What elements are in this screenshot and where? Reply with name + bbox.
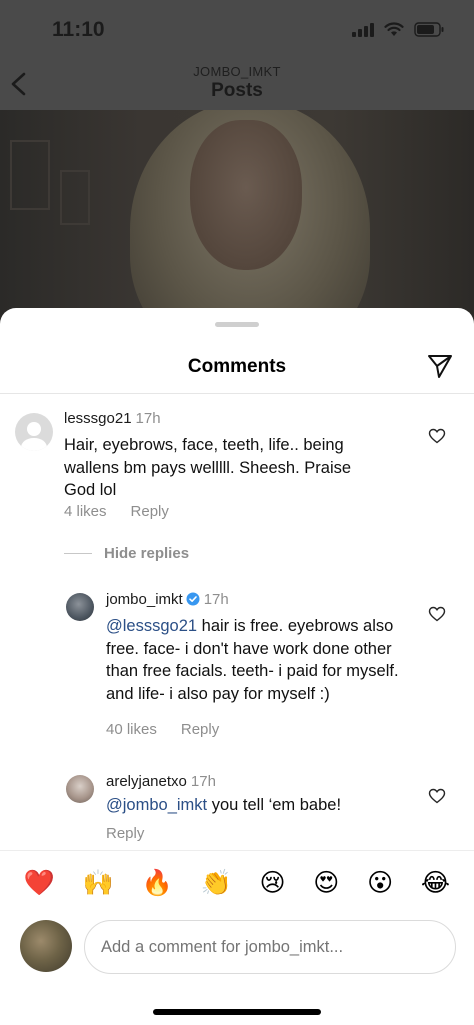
share-icon[interactable] [426, 352, 454, 380]
dimmed-background: 11:10 JOMBO_IMKT Posts [0, 0, 474, 330]
nav-bar: JOMBO_IMKT Posts [0, 60, 474, 110]
emoji-clapping[interactable]: 👏 [201, 868, 232, 898]
mention-link[interactable]: @jombo_imkt [106, 796, 207, 814]
mention-link[interactable]: @lesssgo21 [106, 617, 197, 635]
emoji-laughing[interactable]: 😂 [421, 868, 450, 898]
comment-likes[interactable]: 4 likes [64, 503, 107, 520]
reply-header: arelyjanetxo 17h [106, 773, 216, 790]
heart-icon[interactable] [428, 428, 446, 444]
current-user-avatar[interactable] [20, 920, 72, 972]
reply-time: 17h [190, 773, 216, 790]
status-time: 11:10 [52, 18, 105, 41]
nav-title: Posts [211, 80, 263, 101]
signal-icon [352, 22, 374, 37]
reply-username[interactable]: arelyjanetxo [106, 773, 187, 790]
comment-text: Hair, eyebrows, face, teeth, life.. bein… [64, 436, 352, 499]
sheet-grabber[interactable] [215, 322, 259, 327]
emoji-fire[interactable]: 🔥 [142, 868, 173, 898]
reply-button[interactable]: Reply [106, 825, 144, 842]
hide-replies-label: Hide replies [104, 545, 190, 562]
battery-icon [414, 22, 444, 37]
hide-replies-button[interactable]: Hide replies [64, 545, 189, 562]
emoji-crying[interactable]: 😢 [259, 868, 285, 898]
emoji-raising-hands[interactable]: 🙌 [83, 868, 114, 898]
reply-likes[interactable]: 40 likes [106, 721, 157, 738]
nav-subtitle: JOMBO_IMKT [193, 64, 281, 79]
comment-header: lesssgo21 17h [64, 410, 161, 427]
avatar[interactable] [66, 775, 94, 803]
reply-meta: 40 likes Reply [106, 721, 243, 738]
emoji-heart[interactable]: ❤️ [24, 868, 55, 898]
reply-header: jombo_imkt 17h [106, 591, 229, 608]
comment-meta: 4 likes Reply [64, 503, 193, 520]
home-indicator[interactable] [153, 1009, 321, 1015]
comment-username[interactable]: lesssgo21 [64, 410, 132, 427]
heart-icon[interactable] [428, 788, 446, 804]
reply-meta: Reply [106, 825, 168, 842]
reply-text: @jombo_imkt you tell ‘em babe! [106, 794, 406, 817]
comment-composer [0, 915, 474, 985]
status-icons [352, 22, 444, 37]
divider [0, 393, 474, 394]
reply-time: 17h [203, 591, 229, 608]
post-photo [0, 110, 474, 330]
emoji-surprised[interactable]: 😮 [367, 868, 393, 898]
emoji-heart-eyes[interactable]: 😍 [313, 868, 339, 898]
avatar[interactable] [15, 413, 53, 451]
reply-button[interactable]: Reply [131, 503, 169, 520]
comment-time: 17h [135, 410, 161, 427]
wifi-icon [384, 22, 404, 37]
emoji-reaction-bar: ❤️ 🙌 🔥 👏 😢 😍 😮 😂 [0, 850, 474, 915]
reply-button[interactable]: Reply [181, 721, 219, 738]
status-bar: 11:10 [0, 0, 474, 60]
sheet-title: Comments [187, 356, 287, 377]
avatar[interactable] [66, 593, 94, 621]
reply-username[interactable]: jombo_imkt [106, 591, 183, 608]
reply-body: you tell ‘em babe! [207, 796, 342, 814]
comment-input[interactable] [84, 920, 456, 974]
heart-icon[interactable] [428, 606, 446, 622]
reply-text: @lesssgo21 hair is free. eyebrows also f… [106, 615, 406, 705]
verified-badge-icon [186, 592, 200, 606]
hide-replies-line [64, 553, 92, 554]
